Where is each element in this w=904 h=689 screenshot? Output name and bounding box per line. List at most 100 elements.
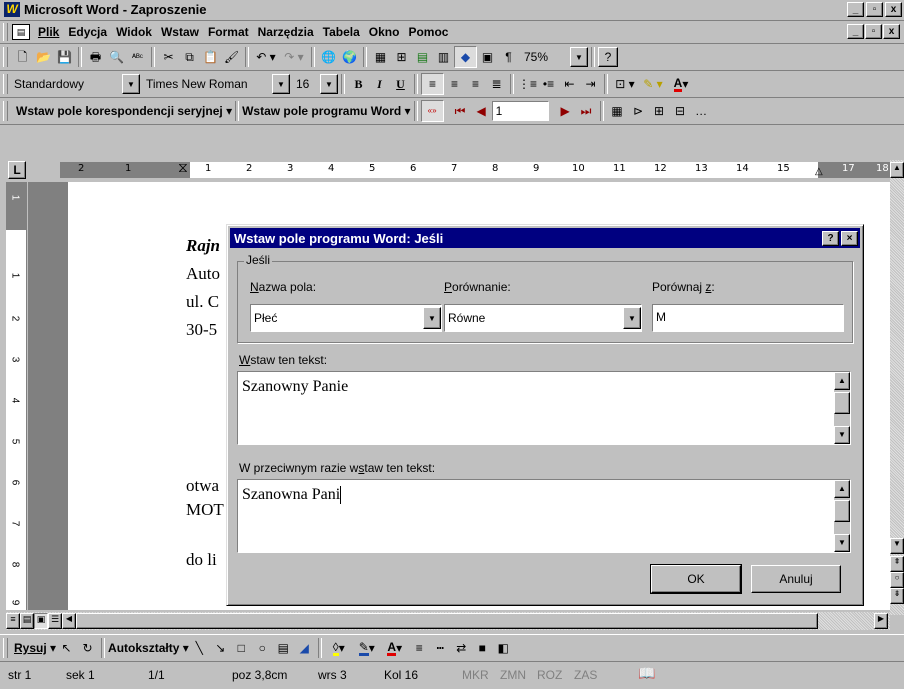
scroll-thumb[interactable]: [834, 500, 850, 522]
chevron-down-icon[interactable]: ▼: [272, 74, 290, 94]
status-zmn[interactable]: ZMN: [500, 668, 526, 682]
document-map-icon[interactable]: ▣: [477, 47, 498, 67]
line-color-icon[interactable]: ✎ ▾: [353, 638, 381, 658]
menu-item-edycja[interactable]: Edycja: [68, 25, 107, 39]
mail-merge-icon[interactable]: …: [691, 101, 712, 121]
status-mkr[interactable]: MKR: [462, 668, 489, 682]
font-color-icon[interactable]: A ▾: [381, 638, 409, 658]
scroll-thumb[interactable]: [834, 392, 850, 414]
close-icon[interactable]: x: [885, 2, 902, 17]
toolbar-grip[interactable]: [3, 47, 8, 67]
undo-icon[interactable]: ↶ ▾: [252, 47, 280, 67]
spelling-icon[interactable]: ᴬᴮᶜ: [127, 47, 148, 67]
view-merged-data-icon[interactable]: «»: [420, 100, 444, 122]
align-center-icon[interactable]: ≡: [444, 74, 465, 94]
web-layout-view-icon[interactable]: ▤: [20, 613, 34, 629]
menu-item-pomoc[interactable]: Pomoc: [408, 25, 448, 39]
compare-to-input[interactable]: M: [652, 304, 844, 332]
menu-item-format[interactable]: Format: [208, 25, 249, 39]
print-icon[interactable]: 🖶: [85, 47, 106, 67]
italic-button[interactable]: I: [369, 74, 390, 94]
save-icon[interactable]: 💾: [54, 47, 75, 67]
menu-item-tabela[interactable]: Tabela: [323, 25, 360, 39]
bullets-icon[interactable]: •≡: [538, 74, 559, 94]
insert-word-field-button[interactable]: Wstaw pole programu Word ▾: [242, 104, 410, 118]
free-rotate-icon[interactable]: ↻: [77, 638, 98, 658]
columns-icon[interactable]: ▥: [433, 47, 454, 67]
cancel-button[interactable]: Anuluj: [751, 565, 841, 593]
autoshapes-menu-button[interactable]: Autokształty ▾: [108, 641, 189, 655]
dash-style-icon[interactable]: ┅: [430, 638, 451, 658]
select-browse-object-icon[interactable]: ○: [890, 572, 904, 588]
otherwise-text-area[interactable]: Szanowna Pani ▲ ▼: [237, 479, 851, 553]
hyperlink-icon[interactable]: 🌍: [339, 47, 360, 67]
merge-to-document-icon[interactable]: ⊞: [649, 101, 670, 121]
dialog-title-bar[interactable]: Wstaw pole programu Word: Jeśli ? ×: [230, 228, 860, 248]
highlight-icon[interactable]: ✎ ▾: [639, 74, 667, 94]
minimize-icon[interactable]: _: [847, 2, 864, 17]
scroll-down-icon[interactable]: ▼: [834, 534, 850, 552]
print-preview-icon[interactable]: 🔍: [106, 47, 127, 67]
shadow-icon[interactable]: ■: [472, 638, 493, 658]
horizontal-scroll-thumb[interactable]: [76, 613, 818, 629]
menu-item-okno[interactable]: Okno: [369, 25, 400, 39]
doc-icon[interactable]: ▤: [12, 24, 30, 40]
chevron-down-icon[interactable]: ▼: [122, 74, 140, 94]
first-record-icon[interactable]: ⏮: [450, 101, 471, 121]
style-select[interactable]: Standardowy ▼: [12, 74, 140, 94]
menu-item-wstaw[interactable]: Wstaw: [161, 25, 199, 39]
rectangle-icon[interactable]: □: [231, 638, 252, 658]
scroll-up-icon[interactable]: ▲: [890, 162, 904, 178]
doc-close-icon[interactable]: x: [883, 24, 900, 39]
check-errors-icon[interactable]: ⊳: [628, 101, 649, 121]
increase-indent-icon[interactable]: ⇥: [580, 74, 601, 94]
arrow-style-icon[interactable]: ⇄: [451, 638, 472, 658]
align-left-icon[interactable]: ≡: [421, 73, 444, 95]
ok-button[interactable]: OK: [650, 564, 742, 594]
format-painter-icon[interactable]: 🖌: [221, 47, 242, 67]
line-icon[interactable]: ╲: [189, 638, 210, 658]
field-name-select[interactable]: Płeć ▼: [250, 304, 442, 332]
next-page-icon[interactable]: ⇟: [890, 588, 904, 604]
scroll-up-icon[interactable]: ▲: [834, 480, 850, 498]
merge-to-printer-icon[interactable]: ⊟: [670, 101, 691, 121]
toolbar-grip[interactable]: [3, 23, 8, 41]
tables-borders-icon[interactable]: ▦: [370, 47, 391, 67]
outline-view-icon[interactable]: ☰: [48, 613, 62, 629]
draw-menu-button[interactable]: Rysuj ▾: [14, 641, 56, 655]
scroll-right-icon[interactable]: ▶: [874, 613, 888, 629]
open-icon[interactable]: 📂: [33, 47, 54, 67]
3d-icon[interactable]: ◧: [493, 638, 514, 658]
toolbar-grip[interactable]: [3, 638, 8, 658]
help-icon[interactable]: ?: [598, 47, 618, 67]
doc-restore-icon[interactable]: ▫: [865, 24, 882, 39]
word-app-icon[interactable]: W: [4, 2, 20, 17]
right-indent-icon[interactable]: △: [815, 166, 823, 177]
record-number-input[interactable]: 1: [491, 101, 549, 121]
text-box-icon[interactable]: ▤: [273, 638, 294, 658]
vertical-scrollbar[interactable]: ▲ ▼ ⇞ ○ ⇟: [890, 160, 904, 615]
menu-item-plik[interactable]: Plik: [38, 25, 59, 39]
underline-button[interactable]: U: [390, 74, 411, 94]
insert-table-icon[interactable]: ⊞: [391, 47, 412, 67]
chevron-down-icon[interactable]: ▼: [623, 307, 641, 329]
numbering-icon[interactable]: ⋮≡: [517, 74, 538, 94]
scroll-up-icon[interactable]: ▲: [834, 372, 850, 390]
spelling-status-icon[interactable]: 📖: [638, 665, 655, 682]
print-layout-view-icon[interactable]: ▣: [34, 613, 48, 629]
next-record-icon[interactable]: ▶: [555, 101, 576, 121]
tab-stop-selector[interactable]: L: [8, 161, 26, 179]
previous-record-icon[interactable]: ◀: [471, 101, 492, 121]
insert-excel-icon[interactable]: ▤: [412, 47, 433, 67]
insert-text-area[interactable]: Szanowny Panie ▲ ▼: [237, 371, 851, 445]
doc-minimize-icon[interactable]: _: [847, 24, 864, 39]
horizontal-ruler[interactable]: L 2 1 ⧖ 1 2 3 4 5 6 7 8 9 10 11 12 13 14…: [0, 160, 904, 182]
oval-icon[interactable]: ○: [252, 638, 273, 658]
status-zas[interactable]: ZAS: [574, 668, 597, 682]
border-icon[interactable]: ⊡ ▾: [611, 74, 639, 94]
dialog-help-icon[interactable]: ?: [822, 230, 839, 246]
fill-color-icon[interactable]: ◊ ▾: [325, 638, 353, 658]
font-size-select[interactable]: 16 ▼: [294, 74, 338, 94]
scroll-left-icon[interactable]: ◀: [62, 613, 76, 629]
comparison-select[interactable]: Równe ▼: [444, 304, 642, 332]
